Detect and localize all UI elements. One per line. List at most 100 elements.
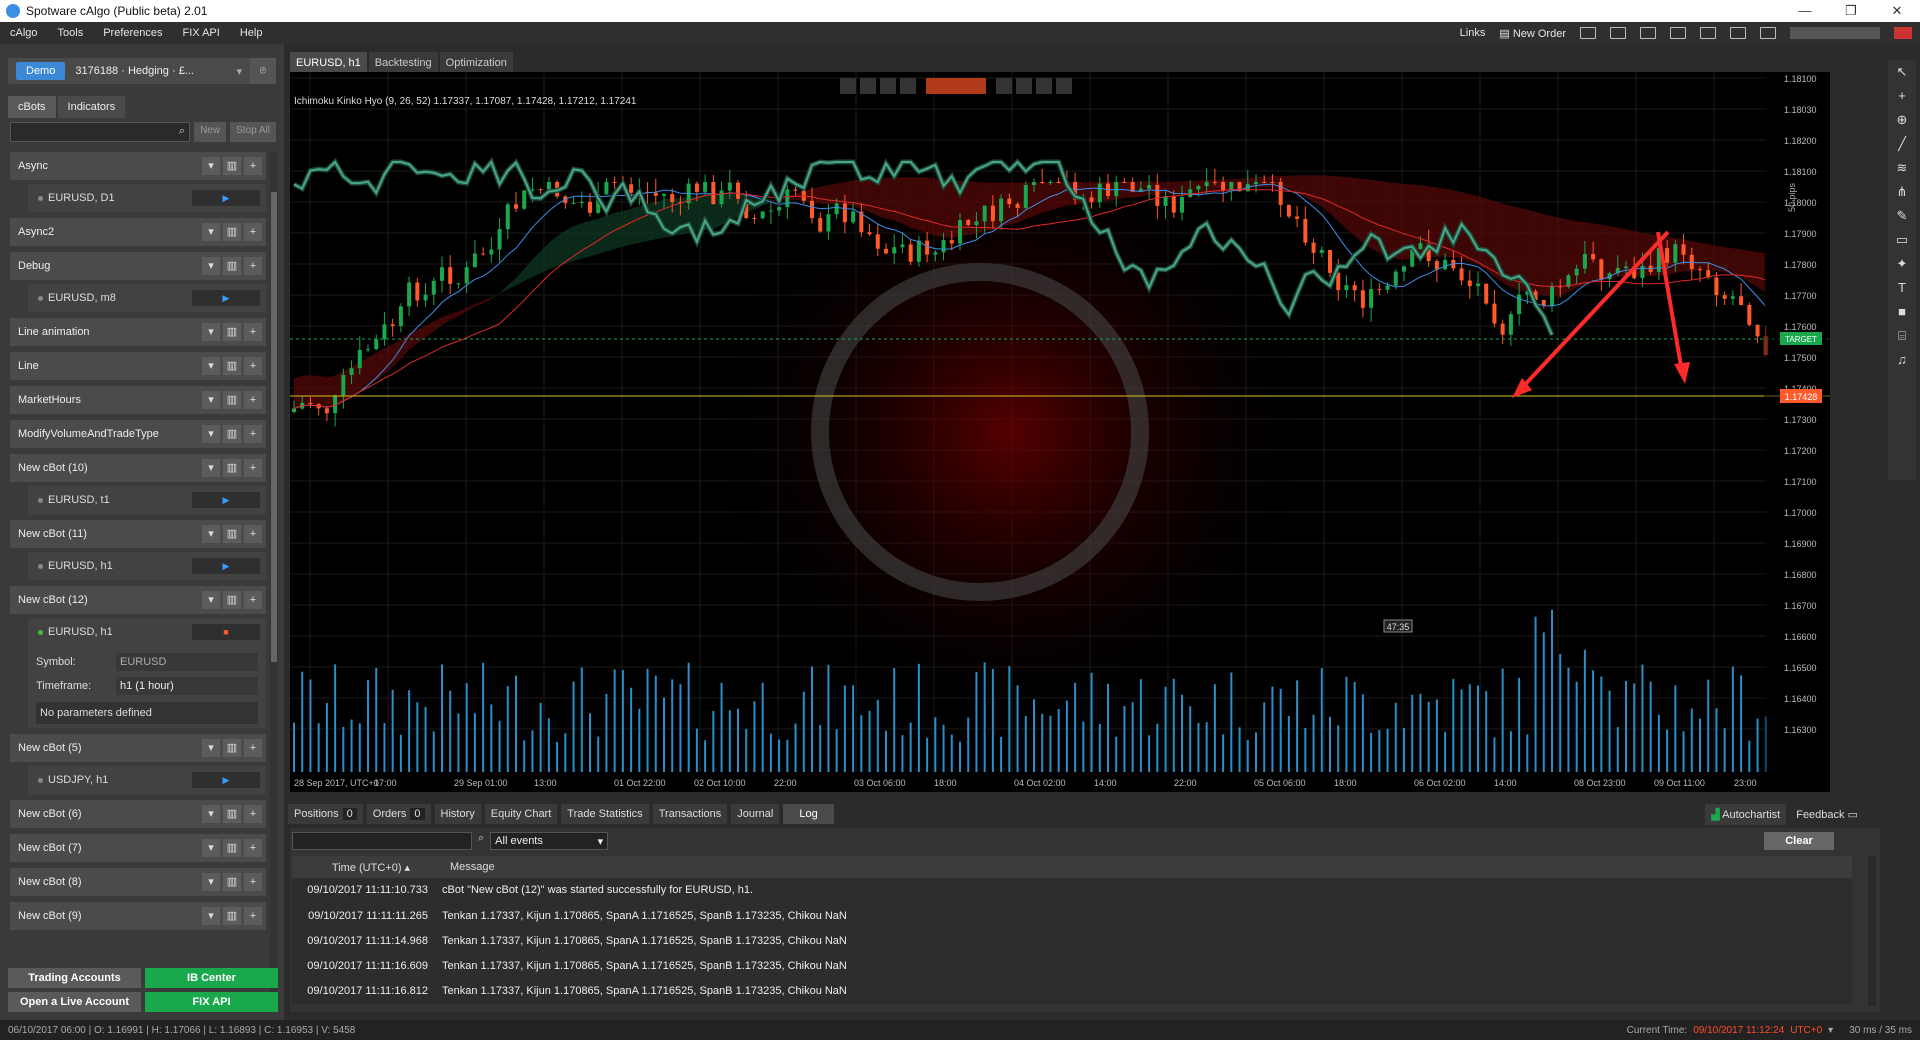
candle[interactable] — [579, 201, 584, 204]
cbot-row[interactable]: New cBot (12) ▾ ▥ + — [10, 586, 266, 614]
sentiment-icon[interactable] — [1610, 27, 1626, 39]
chevron-down-icon[interactable]: ▾ — [202, 391, 220, 409]
lock-icon[interactable]: ▥ — [223, 157, 241, 175]
log-row[interactable]: 09/10/2017 11:11:16.609 Tenkan 1.17337, K… — [292, 953, 1852, 979]
candle[interactable] — [1459, 268, 1464, 281]
stop-icon[interactable]: ■ — [192, 624, 260, 640]
candle[interactable] — [867, 232, 872, 235]
candle[interactable] — [1418, 243, 1423, 249]
list-icon[interactable] — [996, 78, 1012, 94]
candle[interactable] — [629, 184, 634, 193]
candle[interactable] — [785, 189, 790, 208]
log-row[interactable]: 09/10/2017 11:11:10.733 cBot "New cBot (1… — [292, 878, 1852, 904]
candle[interactable] — [1188, 189, 1193, 197]
candle[interactable] — [604, 182, 609, 195]
candle[interactable] — [851, 211, 856, 223]
color-icon[interactable] — [900, 78, 916, 94]
candle[interactable] — [768, 210, 773, 212]
autochartist-button[interactable]: ▟ Autochartist — [1705, 803, 1787, 825]
candle[interactable] — [908, 244, 913, 262]
add-instance-icon[interactable]: + — [244, 223, 262, 241]
menu-preferences[interactable]: Preferences — [93, 27, 172, 39]
pen-icon[interactable]: ✎ — [1888, 204, 1916, 228]
fibonacci-icon[interactable]: ≋ — [1888, 156, 1916, 180]
candle[interactable] — [1377, 289, 1382, 291]
candle[interactable] — [933, 252, 938, 255]
timeframe-field[interactable]: h1 (1 hour) — [116, 677, 258, 695]
lock-icon[interactable]: ▥ — [223, 357, 241, 375]
chevron-down-icon[interactable]: ▾ — [202, 425, 220, 443]
candle[interactable] — [1492, 303, 1497, 324]
links-button[interactable]: Links — [1460, 27, 1486, 39]
candle[interactable] — [440, 267, 444, 281]
candle[interactable] — [1097, 183, 1102, 203]
add-instance-icon[interactable]: + — [244, 839, 262, 857]
candle[interactable] — [916, 240, 921, 262]
lock-icon[interactable]: ▥ — [223, 739, 241, 757]
candles-icon[interactable] — [880, 78, 896, 94]
candle[interactable] — [456, 283, 461, 285]
candle[interactable] — [892, 247, 897, 254]
candle[interactable] — [1599, 259, 1604, 280]
candle[interactable] — [1517, 294, 1522, 315]
candle[interactable] — [958, 220, 962, 244]
chevron-down-icon[interactable]: ▾ — [202, 257, 220, 275]
candle[interactable] — [324, 408, 329, 414]
candle[interactable] — [826, 214, 831, 232]
lock-icon[interactable]: ▥ — [223, 223, 241, 241]
clear-log-button[interactable]: Clear — [1764, 832, 1834, 850]
candle[interactable] — [308, 402, 313, 405]
candle[interactable] — [505, 204, 510, 230]
candle[interactable] — [727, 182, 732, 191]
fix-api-button[interactable]: FIX API — [145, 992, 278, 1012]
menu-help[interactable]: Help — [230, 27, 273, 39]
cbot-row[interactable]: Debug ▾ ▥ + — [10, 252, 266, 280]
candle[interactable] — [974, 221, 979, 226]
candle[interactable] — [366, 349, 370, 351]
col-time[interactable]: Time (UTC+0) ▴ — [292, 856, 442, 878]
account-selector[interactable]: Demo 3176188 · Hedging · £... ▾ ⌾ — [8, 58, 276, 84]
cbot-row[interactable]: Line animation ▾ ▥ + — [10, 318, 266, 346]
add-instance-icon[interactable]: + — [244, 525, 262, 543]
play-icon[interactable]: ▶ — [192, 290, 260, 306]
cbot-icon[interactable] — [1056, 78, 1072, 94]
candle[interactable] — [1476, 283, 1480, 287]
add-instance-icon[interactable]: + — [244, 257, 262, 275]
candle[interactable] — [1352, 285, 1357, 291]
candle[interactable] — [1443, 259, 1448, 270]
candle[interactable] — [472, 253, 477, 268]
candle[interactable] — [711, 182, 716, 205]
tab-positions[interactable]: Positions 0 — [288, 804, 363, 824]
chevron-down-icon[interactable]: ▾ — [202, 839, 220, 857]
add-instance-icon[interactable]: + — [244, 591, 262, 609]
candle[interactable] — [374, 339, 379, 350]
pitchfork-icon[interactable]: ⋔ — [1888, 180, 1916, 204]
chevron-down-icon[interactable]: ▾ — [202, 591, 220, 609]
candle[interactable] — [357, 349, 362, 369]
lock-icon[interactable]: ▥ — [223, 591, 241, 609]
candle[interactable] — [398, 306, 403, 327]
candle[interactable] — [1673, 244, 1678, 263]
candle[interactable] — [703, 182, 708, 192]
lock-icon[interactable]: ▥ — [223, 257, 241, 275]
crosshair-tool-icon[interactable]: + — [1888, 84, 1916, 108]
candle[interactable] — [1311, 242, 1316, 253]
text-tool-icon[interactable]: T — [1888, 276, 1916, 300]
candle[interactable] — [1015, 204, 1020, 208]
zoom-icon[interactable] — [840, 78, 856, 94]
user-field[interactable] — [1790, 27, 1880, 39]
cbot-search-input[interactable]: ⌕ — [10, 122, 191, 142]
tab-equity-chart[interactable]: Equity Chart — [484, 804, 558, 824]
candle[interactable] — [662, 194, 666, 196]
candle[interactable] — [514, 204, 518, 209]
chevron-down-icon[interactable]: ▾ — [202, 739, 220, 757]
candle[interactable] — [1344, 285, 1349, 291]
candle[interactable] — [1328, 249, 1332, 273]
add-instance-icon[interactable]: + — [244, 459, 262, 477]
candle[interactable] — [1402, 266, 1406, 272]
cbot-instance[interactable]: EURUSD, h1 ■ — [28, 618, 266, 646]
chevron-down-icon[interactable]: ▾ — [202, 525, 220, 543]
add-instance-icon[interactable]: + — [244, 907, 262, 925]
candle[interactable] — [1755, 324, 1760, 337]
zoom-tool-icon[interactable]: ⊕ — [1888, 108, 1916, 132]
